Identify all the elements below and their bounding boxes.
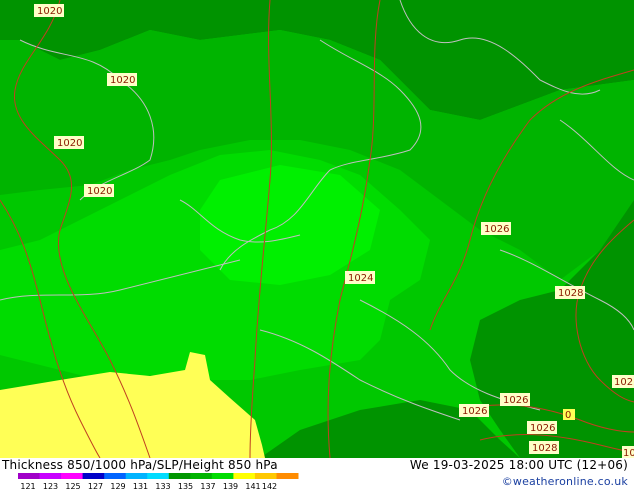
isobar-label: 1020 [107, 73, 137, 86]
scale-swatch [39, 473, 62, 479]
svg-text:102: 102 [614, 377, 633, 388]
isobar-label: 1028 [555, 286, 585, 299]
color-scale-bar [18, 473, 299, 479]
isobar-label: 10 [622, 446, 634, 458]
scale-swatch [61, 473, 84, 479]
svg-text:1020: 1020 [110, 75, 135, 86]
isobar-label: 1024 [345, 271, 375, 284]
scale-swatch [276, 473, 299, 479]
isobar-label: 102 [612, 375, 634, 388]
scale-swatch [104, 473, 127, 479]
scale-swatch [211, 473, 234, 479]
isobar-label: 1026 [459, 404, 489, 417]
isobar-label: 1026 [500, 393, 530, 406]
svg-text:0: 0 [565, 410, 571, 421]
weather-map: 1020 1020 1020 1020 1024 1026 1028 102 1… [0, 0, 634, 458]
map-title: Thickness 850/1000 hPa/SLP/Height 850 hP… [2, 458, 278, 472]
isobar-label: 1020 [84, 184, 114, 197]
svg-text:1028: 1028 [532, 443, 557, 454]
isobar-label: 1026 [527, 421, 557, 434]
isobar-label: 1020 [54, 136, 84, 149]
svg-text:1028: 1028 [558, 288, 583, 299]
scale-swatch [18, 473, 40, 479]
isobar-label: 1026 [481, 222, 511, 235]
credit-link[interactable]: ©weatheronline.co.uk [502, 475, 628, 488]
isobar-label: 0 [563, 409, 575, 421]
scale-swatch [233, 473, 256, 479]
scale-swatch [168, 473, 191, 479]
map-footer: Thickness 850/1000 hPa/SLP/Height 850 hP… [0, 458, 634, 492]
isobar-label: 1020 [34, 4, 64, 17]
scale-swatch [147, 473, 170, 479]
scale-swatch [254, 473, 277, 479]
svg-text:1026: 1026 [462, 406, 487, 417]
svg-text:1020: 1020 [87, 186, 112, 197]
scale-swatch [190, 473, 213, 479]
scale-tick-labels: 121 123 125 127 129 131 133 135 137 139 141 142 [0, 482, 320, 492]
scale-swatch [125, 473, 148, 479]
svg-text:1024: 1024 [348, 273, 373, 284]
valid-time: We 19-03-2025 18:00 UTC (12+06) [409, 458, 628, 472]
svg-text:1020: 1020 [37, 6, 62, 17]
isobar-label: 1028 [529, 441, 559, 454]
svg-text:1026: 1026 [484, 224, 509, 235]
svg-text:1026: 1026 [530, 423, 555, 434]
svg-text:10: 10 [623, 448, 634, 458]
scale-swatch [82, 473, 105, 479]
svg-text:1020: 1020 [57, 138, 82, 149]
svg-text:1026: 1026 [503, 395, 528, 406]
